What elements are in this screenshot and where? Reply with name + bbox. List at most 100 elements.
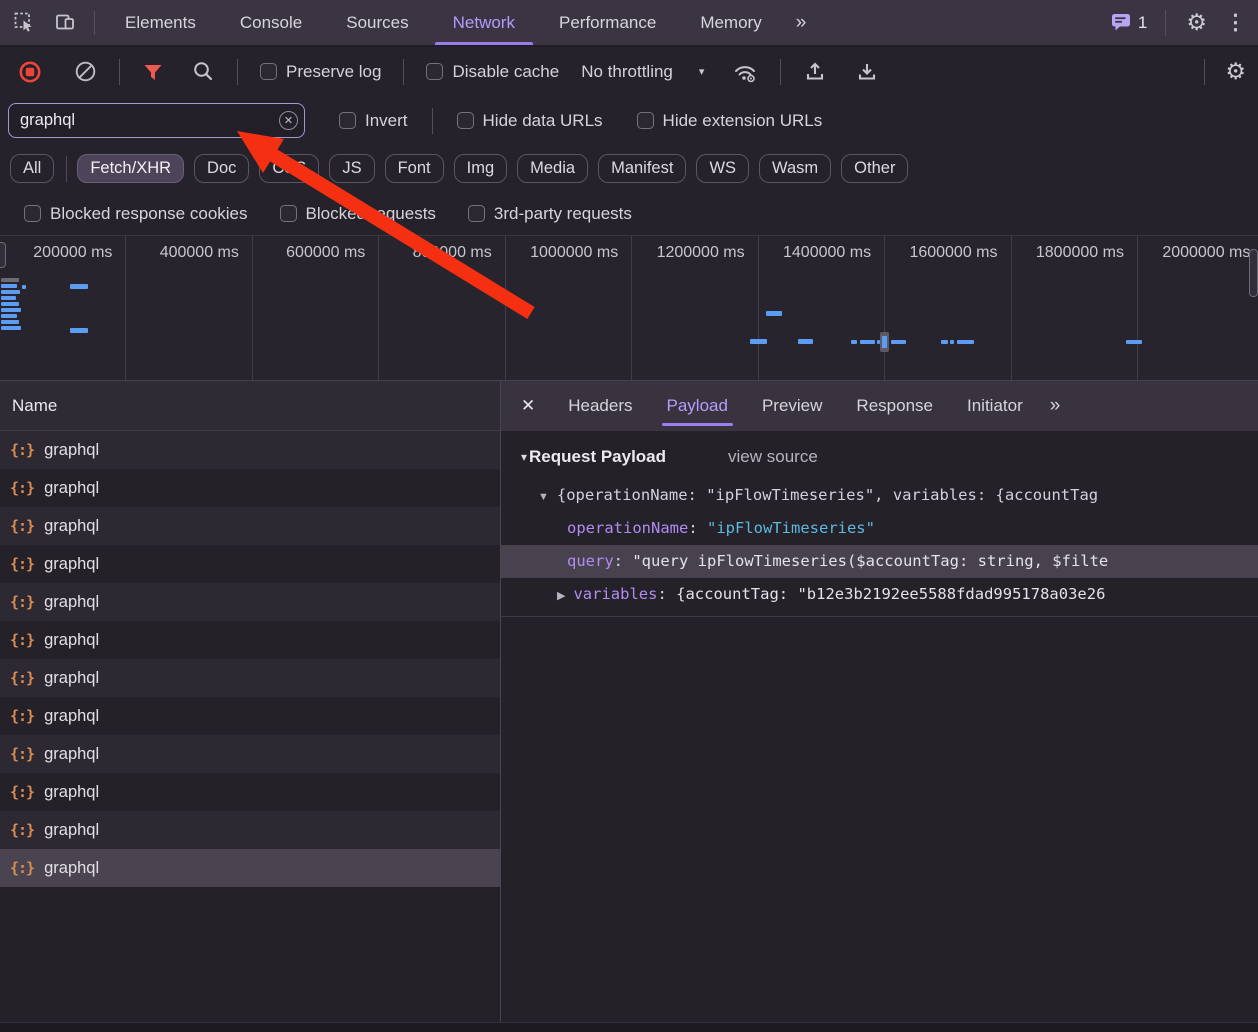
payload-query-row[interactable]: query: "query ipFlowTimeseries($accountT… — [501, 545, 1258, 578]
chip-img[interactable]: Img — [454, 154, 508, 183]
blocked-requests-checkbox[interactable]: Blocked requests — [270, 204, 446, 224]
request-timing-bar — [766, 311, 782, 316]
details-tab-headers[interactable]: Headers — [551, 381, 649, 431]
section-divider — [501, 616, 1258, 617]
table-row[interactable]: {:} graphql — [0, 545, 500, 583]
checkbox — [457, 112, 474, 129]
table-row[interactable]: {:}graphql — [0, 583, 500, 621]
view-source-link[interactable]: view source — [728, 447, 818, 467]
table-row[interactable]: {:}graphql — [0, 659, 500, 697]
details-tab-initiator[interactable]: Initiator — [950, 381, 1040, 431]
name-column-header[interactable]: Name — [0, 381, 500, 431]
checkbox — [280, 205, 297, 222]
throttling-select[interactable]: No throttling ▾ — [569, 62, 716, 82]
chip-media[interactable]: Media — [517, 154, 588, 183]
payload-operation-row[interactable]: operationName: "ipFlowTimeseries" — [501, 512, 1258, 545]
timeline-tick: 400000 ms — [126, 236, 252, 380]
tab-elements[interactable]: Elements — [103, 0, 218, 45]
details-tabs: HeadersPayloadPreviewResponseInitiator — [551, 381, 1039, 431]
request-timing-bar — [1, 284, 17, 288]
payload-preview-line[interactable]: ▼{operationName: "ipFlowTimeseries", var… — [501, 479, 1258, 512]
network-overview-timeline[interactable]: 200000 ms400000 ms600000 ms800000 ms1000… — [0, 235, 1258, 380]
details-tab-response[interactable]: Response — [839, 381, 950, 431]
chip-css[interactable]: CSS — [259, 154, 319, 183]
details-tab-payload[interactable]: Payload — [650, 381, 745, 431]
network-settings-gear-icon[interactable]: ⚙ — [1213, 58, 1258, 85]
payload-variables-row[interactable]: ▶variables: {accountTag: "b12e3b2192ee55… — [501, 578, 1258, 611]
chip-wasm[interactable]: Wasm — [759, 154, 831, 183]
table-row[interactable]: {:}graphql — [0, 811, 500, 849]
tab-memory[interactable]: Memory — [678, 0, 783, 45]
request-name: graphql — [44, 555, 99, 574]
hide-data-urls-checkbox[interactable]: Hide data URLs — [447, 111, 613, 131]
table-row[interactable]: {:}graphql — [0, 431, 500, 469]
third-party-requests-checkbox[interactable]: 3rd-party requests — [458, 204, 642, 224]
tab-sources[interactable]: Sources — [324, 0, 430, 45]
tab-performance[interactable]: Performance — [537, 0, 678, 45]
collapse-triangle-icon[interactable]: ▾ — [521, 450, 527, 464]
tab-network[interactable]: Network — [431, 0, 537, 45]
close-icon[interactable]: ✕ — [501, 396, 551, 416]
request-timing-bar — [70, 328, 88, 333]
divider — [237, 59, 238, 85]
disable-cache-label: Disable cache — [452, 62, 559, 82]
throttling-value: No throttling — [581, 62, 673, 82]
clear-filter-icon[interactable]: ✕ — [279, 111, 298, 130]
request-timing-bar — [851, 340, 857, 344]
chip-manifest[interactable]: Manifest — [598, 154, 686, 183]
table-row[interactable]: {:}graphql — [0, 735, 500, 773]
tab-console[interactable]: Console — [218, 0, 324, 45]
chip-doc[interactable]: Doc — [194, 154, 249, 183]
table-row[interactable]: {:}graphql — [0, 507, 500, 545]
table-row[interactable]: {:}graphql — [0, 773, 500, 811]
chip-other[interactable]: Other — [841, 154, 908, 183]
chip-fetch-xhr[interactable]: Fetch/XHR — [77, 154, 184, 183]
record-network-log-icon[interactable] — [8, 60, 52, 84]
invert-label: Invert — [365, 111, 408, 131]
overview-right-handle[interactable] — [1249, 249, 1258, 297]
timeline-ticks: 200000 ms400000 ms600000 ms800000 ms1000… — [0, 236, 1258, 380]
hide-data-urls-label: Hide data URLs — [483, 111, 603, 131]
hide-extension-urls-label: Hide extension URLs — [663, 111, 823, 131]
table-row[interactable]: {:}graphql — [0, 697, 500, 735]
export-har-icon[interactable] — [837, 60, 889, 84]
issues-badge[interactable]: 1 — [1101, 13, 1157, 33]
filter-funnel-icon[interactable] — [132, 61, 174, 83]
import-har-icon[interactable] — [793, 60, 837, 84]
table-row[interactable]: {:}graphql — [0, 849, 500, 887]
overview-left-handle[interactable] — [0, 242, 6, 268]
request-timing-bar — [957, 340, 974, 344]
chip-ws[interactable]: WS — [696, 154, 749, 183]
settings-gear-icon[interactable]: ⚙ — [1174, 9, 1219, 36]
hide-extension-urls-checkbox[interactable]: Hide extension URLs — [627, 111, 833, 131]
chip-font[interactable]: Font — [385, 154, 444, 183]
more-details-tabs-icon[interactable]: » — [1040, 395, 1069, 417]
timeline-tick: 1200000 ms — [632, 236, 758, 380]
expand-triangle-icon[interactable]: ▶ — [557, 590, 565, 602]
filter-input[interactable] — [8, 103, 305, 138]
details-tab-preview[interactable]: Preview — [745, 381, 839, 431]
chip-js[interactable]: JS — [329, 154, 374, 183]
request-timing-bar — [941, 340, 948, 344]
toggle-device-toolbar-icon[interactable] — [45, 11, 86, 34]
request-timing-bar — [1, 290, 20, 294]
request-timing-bar — [1, 320, 19, 324]
inspect-element-icon[interactable] — [0, 11, 45, 34]
clear-network-log-icon[interactable] — [52, 60, 107, 83]
table-row[interactable]: {:}graphql — [0, 469, 500, 507]
expand-triangle-icon[interactable]: ▼ — [538, 491, 549, 503]
chip-all[interactable]: All — [10, 154, 54, 183]
selected-request-marker — [880, 332, 889, 352]
kebab-menu-icon[interactable]: ⋮ — [1219, 10, 1258, 35]
invert-checkbox[interactable]: Invert — [329, 111, 418, 131]
preserve-log-checkbox[interactable]: Preserve log — [250, 62, 391, 82]
disable-cache-checkbox[interactable]: Disable cache — [416, 62, 569, 82]
table-row[interactable]: {:}graphql — [0, 621, 500, 659]
timeline-tick: 800000 ms — [379, 236, 505, 380]
timeline-tick: 1000000 ms — [506, 236, 632, 380]
json-request-icon: {:} — [10, 555, 34, 573]
blocked-response-cookies-checkbox[interactable]: Blocked response cookies — [14, 204, 258, 224]
more-tabs-icon[interactable]: » — [784, 12, 817, 34]
network-conditions-icon[interactable] — [716, 60, 768, 84]
search-icon[interactable] — [174, 60, 225, 83]
